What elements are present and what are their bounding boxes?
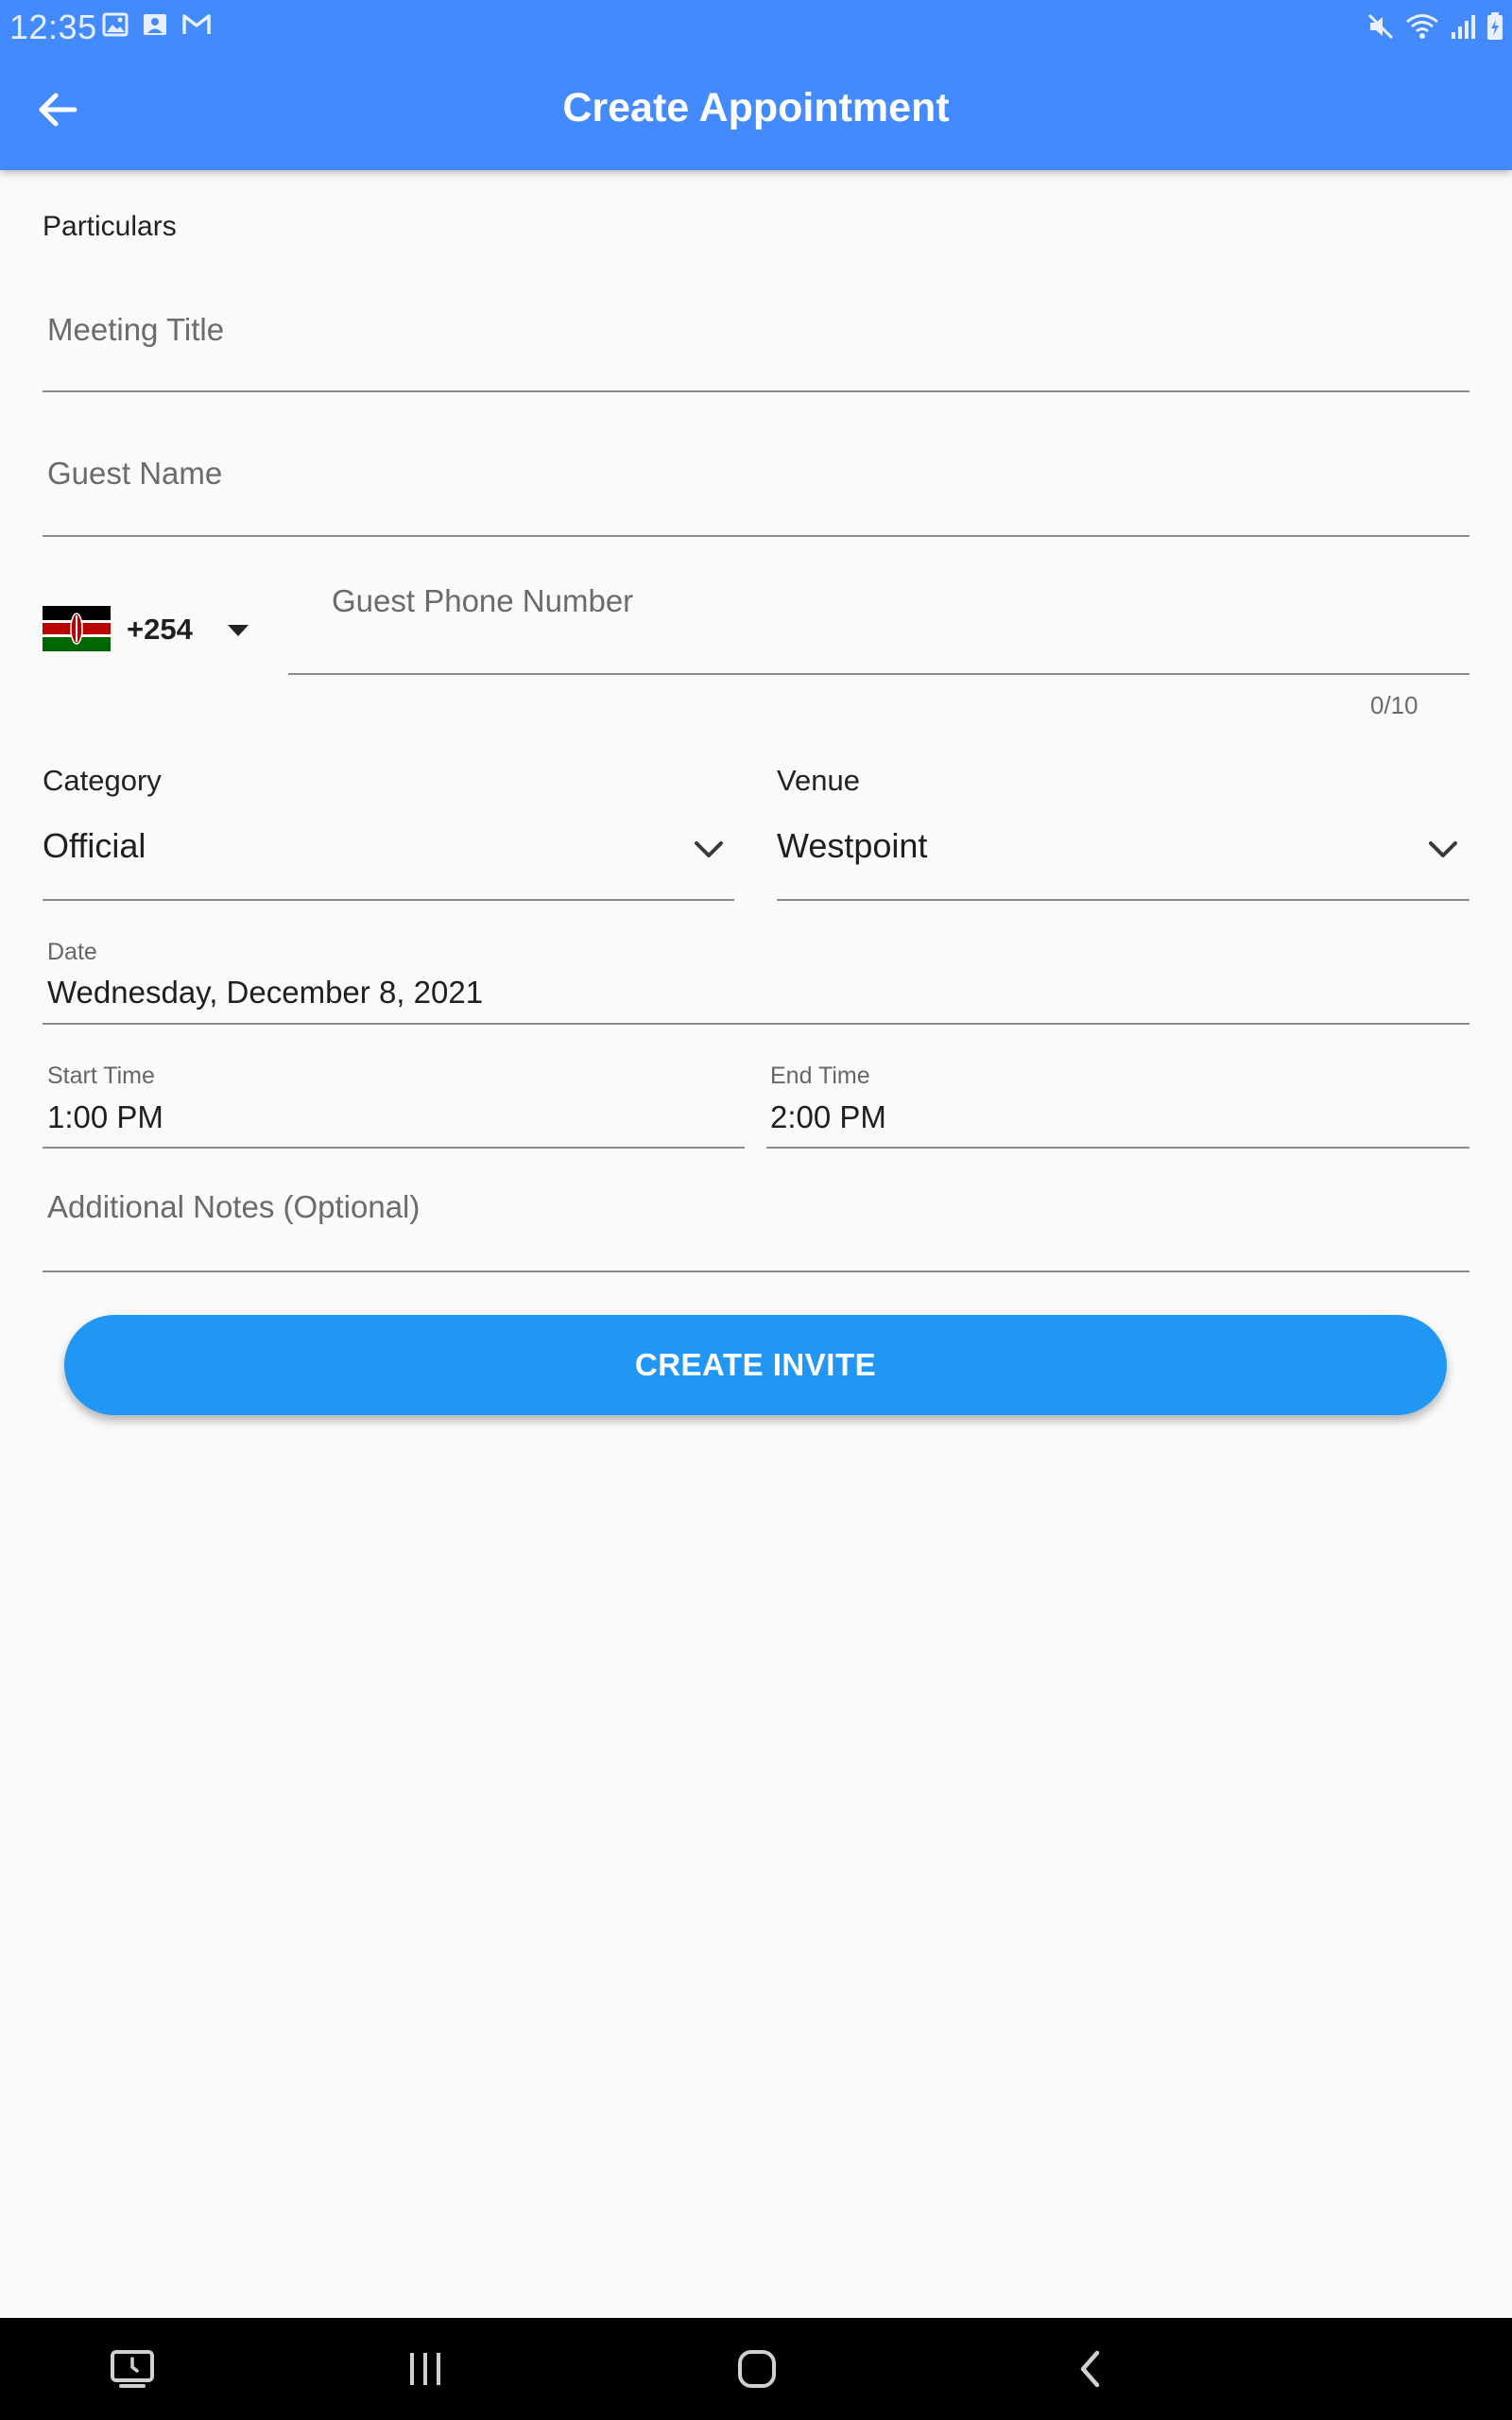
start-time-underline (43, 1147, 745, 1149)
photo-upload-icon (144, 14, 166, 35)
back-icon (1080, 2350, 1100, 2388)
additional-notes-placeholder: Additional Notes (Optional) (47, 1189, 421, 1224)
status-icons-right (1366, 11, 1504, 42)
meeting-title-placeholder: Meeting Title (47, 312, 225, 347)
date-value: Wednesday, December 8, 2021 (47, 975, 484, 1010)
end-time-value: 2:00 PM (770, 1099, 886, 1134)
image-icon (102, 12, 129, 37)
venue-dropdown[interactable]: Westpoint (777, 813, 1469, 898)
wifi-icon (1406, 14, 1438, 39)
caret-down-icon (228, 625, 249, 636)
mute-icon (1367, 13, 1394, 40)
end-time-field[interactable]: End Time 2:00 PM (766, 1058, 1469, 1149)
phone-char-counter: 0/10 (1370, 691, 1418, 719)
gmail-icon (182, 14, 211, 34)
guest-name-field[interactable]: Guest Name (43, 446, 1469, 537)
meeting-title-underline (43, 390, 1469, 392)
start-time-label: Start Time (47, 1063, 155, 1089)
date-label: Date (47, 939, 97, 965)
guest-name-placeholder: Guest Name (47, 456, 223, 491)
guest-phone-input[interactable]: Guest Phone Number (288, 572, 1469, 676)
category-dropdown[interactable]: Official (43, 813, 734, 898)
recent-apps-button[interactable] (397, 2341, 454, 2397)
date-field[interactable]: Date Wednesday, December 8, 2021 (43, 934, 1469, 1025)
status-icons-left (102, 11, 212, 38)
end-time-underline (766, 1147, 1469, 1149)
guest-phone-underline (288, 673, 1469, 675)
kenya-flag-icon (43, 606, 111, 651)
venue-label: Venue (777, 764, 860, 797)
category-value: Official (43, 826, 146, 865)
section-label-particulars: Particulars (43, 211, 177, 242)
screen-recorder-icon (111, 2350, 154, 2388)
guest-phone-placeholder: Guest Phone Number (332, 583, 634, 618)
additional-notes-field[interactable]: Additional Notes (Optional) (43, 1172, 1469, 1270)
page-title: Create Appointment (562, 85, 950, 130)
category-underline (43, 899, 734, 901)
end-time-label: End Time (770, 1063, 870, 1089)
date-underline (43, 1023, 1469, 1025)
meeting-title-field[interactable]: Meeting Title (43, 302, 1469, 393)
home-button[interactable] (729, 2341, 785, 2397)
start-time-value: 1:00 PM (47, 1099, 163, 1134)
battery-icon (1487, 12, 1503, 40)
screen-recorder-button[interactable] (104, 2341, 161, 2397)
signal-icon (1452, 15, 1475, 39)
additional-notes-underline (43, 1270, 1469, 1272)
guest-name-underline (43, 535, 1469, 537)
chevron-down-icon (1429, 841, 1457, 857)
chevron-down-icon (695, 841, 723, 857)
nav-back-button[interactable] (1061, 2341, 1118, 2397)
venue-value: Westpoint (777, 826, 928, 865)
create-invite-button[interactable]: CREATE INVITE (64, 1315, 1447, 1415)
home-icon (738, 2350, 776, 2388)
status-time: 12:35 (9, 8, 97, 46)
start-time-field[interactable]: Start Time 1:00 PM (43, 1058, 745, 1149)
app-bar: 12:35 Create Appointment (0, 0, 1512, 170)
category-label: Category (43, 764, 162, 797)
venue-underline (777, 899, 1469, 901)
recent-apps-icon (410, 2353, 440, 2385)
dial-code: +254 (127, 613, 193, 646)
